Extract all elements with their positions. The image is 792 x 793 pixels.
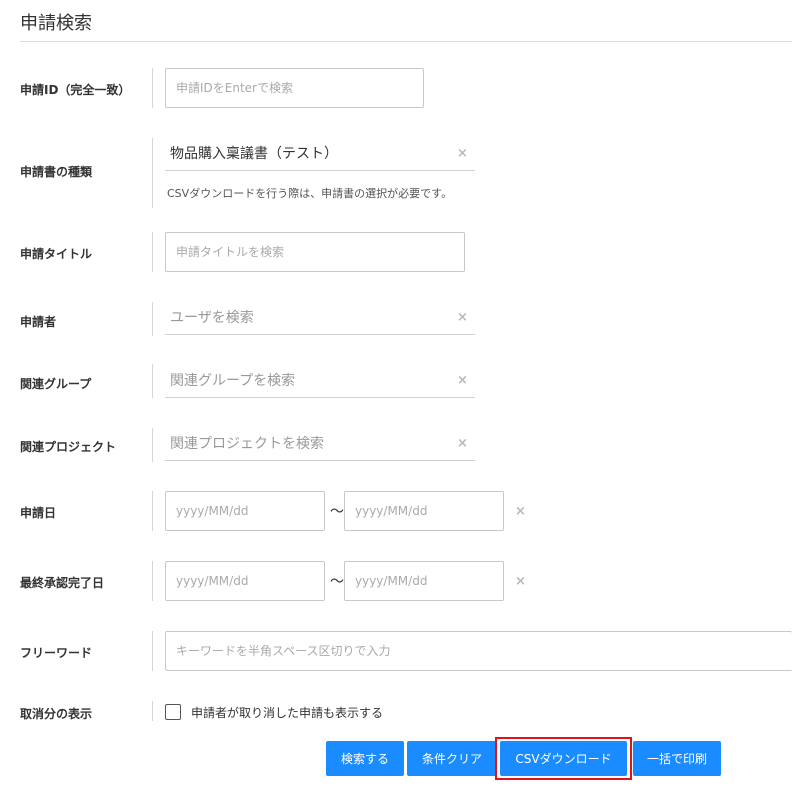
search-button[interactable]: 検索する [326,741,404,776]
row-divider [152,302,153,336]
final-approval-date-label: 最終承認完了日 [20,576,105,590]
request-date-from-input[interactable]: yyyy/MM/dd [165,491,325,531]
applicant-placeholder: ユーザを検索 [170,310,254,326]
close-icon[interactable]: × [457,437,468,450]
show-cancelled-checkbox-label[interactable]: 申請者が取り消した申請も表示する [191,704,383,721]
title-divider [20,41,792,42]
form-type-select[interactable]: 物品購入稟議書（テスト） × [165,137,475,171]
request-id-label: 申請ID（完全一致） [20,83,131,97]
csv-download-highlight [495,737,632,780]
related-group-label: 関連グループ [20,377,92,391]
request-date-to-input[interactable]: yyyy/MM/dd [344,491,504,531]
date-range-separator: 〜 [330,504,344,520]
applicant-select[interactable]: ユーザを検索 × [165,301,475,335]
row-divider [152,364,153,398]
request-date-label: 申請日 [20,506,57,520]
free-word-input[interactable]: キーワードを半角スペース区切りで入力 [165,631,792,671]
final-approval-date-from-input[interactable]: yyyy/MM/dd [165,561,325,601]
related-project-select[interactable]: 関連プロジェクトを検索 × [165,427,475,461]
related-project-label: 関連プロジェクト [20,440,117,454]
clear-conditions-button[interactable]: 条件クリア [407,741,497,776]
row-divider [152,491,153,531]
checkbox-icon[interactable] [165,704,181,720]
request-title-label: 申請タイトル [20,247,93,261]
row-divider [152,631,153,671]
row-divider [152,561,153,601]
related-group-select[interactable]: 関連グループを検索 × [165,364,475,398]
request-id-input[interactable]: 申請IDをEnterで検索 [165,68,424,108]
form-type-selected-value: 物品購入稟議書（テスト） [170,146,338,162]
bulk-print-button[interactable]: 一括で印刷 [633,741,721,776]
related-project-placeholder: 関連プロジェクトを検索 [170,436,324,452]
date-range-separator: 〜 [330,574,344,590]
form-type-help-text: CSVダウンロードを行う際は、申請書の選択が必要です。 [167,187,453,200]
show-cancelled-label: 取消分の表示 [20,707,93,721]
form-type-label: 申請書の種類 [20,165,93,179]
free-word-label: フリーワード [20,646,93,660]
final-approval-date-to-input[interactable]: yyyy/MM/dd [344,561,504,601]
row-divider [152,138,153,208]
close-icon[interactable]: × [457,374,468,387]
applicant-label: 申請者 [20,315,57,329]
close-icon[interactable]: × [457,311,468,324]
close-icon[interactable]: × [515,575,526,588]
row-divider [152,701,153,721]
row-divider [152,232,153,272]
close-icon[interactable]: × [457,147,468,160]
row-divider [152,68,153,108]
request-title-input[interactable]: 申請タイトルを検索 [165,232,465,272]
close-icon[interactable]: × [515,505,526,518]
related-group-placeholder: 関連グループを検索 [170,373,296,389]
row-divider [152,428,153,462]
page-title: 申請検索 [20,13,92,34]
